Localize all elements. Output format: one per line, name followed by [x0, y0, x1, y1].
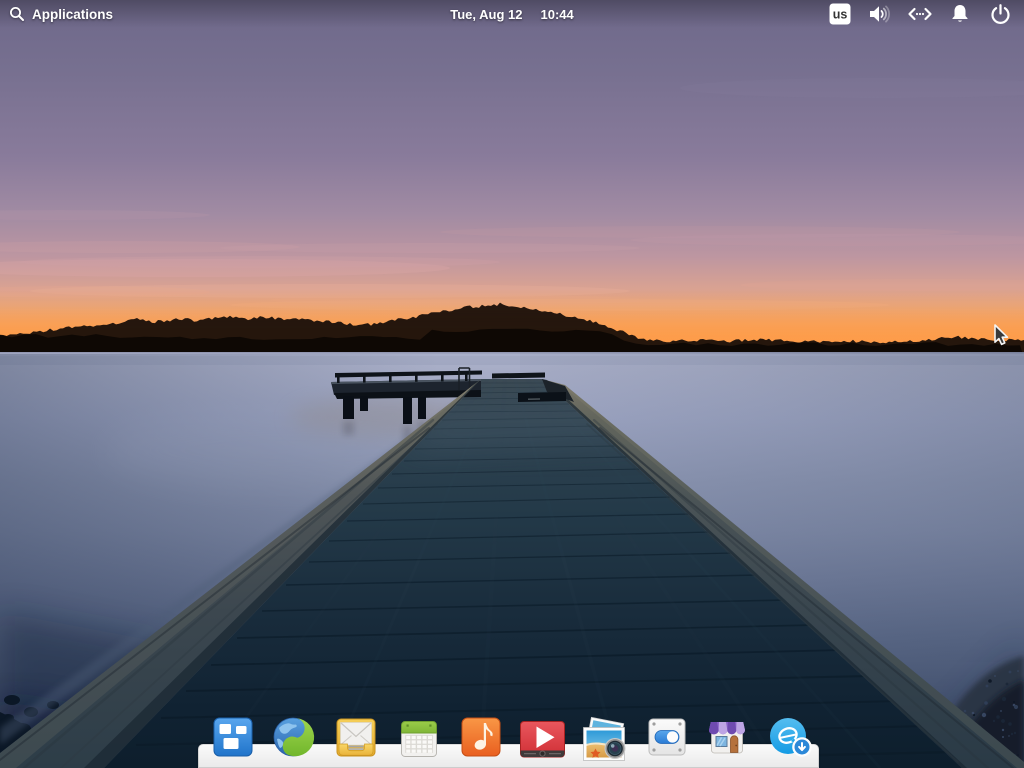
- svg-text:us: us: [833, 8, 848, 22]
